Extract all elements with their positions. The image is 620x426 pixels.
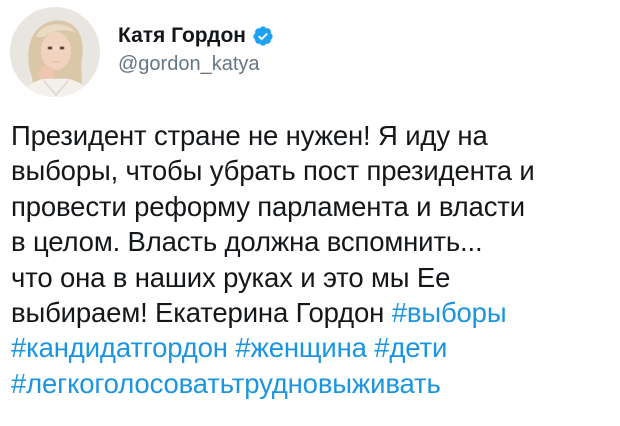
tweet-text-line: что она в наших руках и это мы Ее <box>11 260 616 295</box>
tweet-text-segment: Президент стране не нужен! Я иду на <box>11 120 488 151</box>
tweet-text-segment: в целом. Власть должна вспомнить... <box>11 226 483 258</box>
tweet-text-line: Президент стране не нужен! Я иду на <box>11 118 616 153</box>
hashtag-link[interactable]: #дети <box>374 332 447 363</box>
tweet-text-segment: провести реформу парламента и власти <box>11 190 525 222</box>
user-handle[interactable]: @gordon_katya <box>118 51 274 77</box>
display-name[interactable]: Катя Гордон <box>118 23 246 49</box>
hashtag-link[interactable]: #женщина <box>235 332 367 363</box>
tweet-text-line: выборы, чтобы убрать пост президента и <box>11 153 616 188</box>
tweet-text: Президент стране не нужен! Я иду на выбор… <box>11 118 616 401</box>
avatar[interactable] <box>10 7 100 97</box>
user-info: Катя Гордон @gordon_katya <box>118 23 274 77</box>
hashtag-link[interactable]: #кандидатгордон <box>11 332 228 363</box>
name-row: Катя Гордон <box>118 23 274 49</box>
tweet-text-line: #кандидатгордон #женщина #дети <box>11 330 616 365</box>
tweet-text-line: в целом. Власть должна вспомнить... <box>11 224 616 259</box>
hashtag-link[interactable]: #выборы <box>392 297 507 328</box>
tweet-text-line: провести реформу парламента и власти <box>11 189 616 224</box>
verified-badge-icon <box>252 25 274 47</box>
tweet-text-line: #легкоголосоватьтрудновыживать <box>11 366 616 401</box>
tweet-header: Катя Гордон @gordon_katya <box>10 6 274 98</box>
tweet: Катя Гордон @gordon_katya Президент стра… <box>0 0 620 426</box>
hashtag-link[interactable]: #легкоголосоватьтрудновыживать <box>11 368 441 399</box>
tweet-text-segment: выборы, чтобы убрать пост президента и <box>11 155 535 187</box>
tweet-text-line: выбираем! Екатерина Гордон #выборы <box>11 295 616 330</box>
tweet-text-segment: что она в наших руках и это мы Ее <box>11 261 451 293</box>
avatar-photo-icon <box>10 7 100 97</box>
tweet-text-segment: выбираем! Екатерина Гордон <box>11 297 392 329</box>
